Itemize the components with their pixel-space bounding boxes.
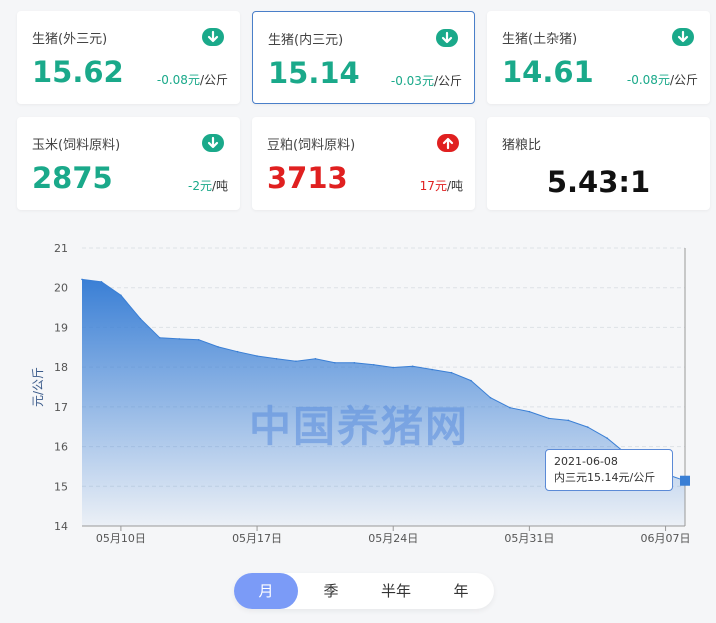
card-change: -0.08元/公斤 [626, 73, 698, 87]
data-point [567, 419, 570, 422]
data-point [431, 368, 433, 371]
card-title: 生猪(外三元) [32, 32, 108, 47]
data-point [450, 371, 453, 374]
up-arrow-icon [437, 134, 459, 152]
tab-half-year[interactable]: 半年 [364, 573, 428, 609]
down-arrow-icon [202, 28, 224, 46]
card-change: 17元/吨 [419, 179, 463, 193]
data-point [509, 406, 511, 409]
tab-year[interactable]: 年 [429, 573, 493, 609]
data-point [372, 363, 375, 366]
card-change: -2元/吨 [187, 179, 228, 193]
y-tick-label: 15 [54, 480, 68, 493]
y-tick-label: 19 [54, 321, 68, 334]
highlight-point [680, 475, 690, 486]
card-title: 玉米(饲料原料) [32, 138, 121, 153]
y-axis-label: 元/公斤 [31, 367, 45, 407]
x-tick-label: 05月10日 [96, 532, 146, 545]
x-tick-label: 06月07日 [641, 532, 691, 545]
data-point [314, 358, 317, 360]
data-point [100, 280, 103, 283]
card-title: 豆粕(饲料原料) [267, 138, 356, 153]
card-change: -0.08元/公斤 [156, 73, 228, 87]
card-price: 15.14 [268, 56, 360, 90]
data-point [275, 358, 278, 360]
price-card-corn[interactable]: 玉米(饲料原料) 2875 -2元/吨 [17, 117, 240, 210]
data-point [334, 361, 336, 364]
data-point [159, 336, 161, 339]
data-point [411, 365, 414, 368]
data-point [139, 317, 142, 320]
x-tick-label: 05月31日 [504, 532, 554, 545]
data-point [120, 294, 122, 297]
pig-grain-ratio-value: 5.43:1 [546, 165, 651, 199]
tab-month[interactable]: 月 [234, 573, 298, 609]
data-point [81, 278, 83, 281]
period-tabs: 月 季 半年 年 [234, 573, 494, 609]
price-card-pig-grain-ratio[interactable]: 猪粮比 5.43:1 [487, 117, 710, 210]
data-point [178, 338, 181, 340]
card-price: 14.61 [502, 55, 594, 89]
price-card-soybean-meal[interactable]: 豆粕(饲料原料) 3713 17元/吨 [252, 117, 475, 210]
data-point [256, 355, 258, 357]
card-title: 生猪(土杂猪) [502, 32, 578, 47]
down-arrow-icon [202, 134, 224, 152]
price-card-mixed-pig[interactable]: 生猪(土杂猪) 14.61 -0.08元/公斤 [487, 11, 710, 104]
data-point [606, 437, 608, 440]
tooltip-date: 2021-06-08 [554, 455, 618, 468]
watermark: 中国养猪网 [249, 402, 470, 451]
down-arrow-icon [436, 29, 458, 47]
down-arrow-icon [672, 28, 694, 46]
data-point [586, 426, 589, 428]
price-card-outer-three[interactable]: 生猪(外三元) 15.62 -0.08元/公斤 [17, 11, 240, 104]
tab-quarter[interactable]: 季 [299, 573, 363, 609]
card-price: 2875 [32, 161, 113, 195]
data-point [548, 417, 550, 420]
price-trend-chart: 14 15 16 17 18 19 20 21 元/公斤 05月10日 05月17日 05月24日 05… [31, 242, 691, 545]
card-title: 生猪(内三元) [268, 33, 344, 48]
data-point [470, 379, 472, 382]
x-tick-label: 05月17日 [232, 532, 282, 545]
y-tick-label: 17 [54, 401, 68, 414]
data-point [392, 366, 395, 369]
y-tick-label: 21 [54, 242, 68, 255]
data-point [217, 346, 219, 348]
price-card-inner-three[interactable]: 生猪(内三元) 15.14 -0.03元/公斤 [252, 11, 475, 104]
tooltip-text: 内三元15.14元/公斤 [554, 471, 656, 484]
data-point [353, 361, 356, 364]
chart-tooltip: 2021-06-08 内三元15.14元/公斤 [545, 449, 673, 491]
y-tick-label: 14 [54, 520, 68, 533]
data-point [295, 360, 297, 362]
card-price: 15.62 [32, 55, 124, 89]
card-title: 猪粮比 [502, 138, 542, 153]
y-tick-label: 18 [54, 361, 68, 374]
y-tick-label: 16 [54, 441, 68, 454]
y-tick-label: 20 [54, 282, 68, 295]
data-point [197, 338, 200, 341]
x-tick-label: 05月24日 [368, 532, 418, 545]
data-point [489, 396, 492, 399]
card-change: -0.03元/公斤 [390, 74, 462, 88]
data-point [236, 350, 239, 353]
card-price: 3713 [267, 161, 348, 195]
data-point [528, 410, 531, 413]
